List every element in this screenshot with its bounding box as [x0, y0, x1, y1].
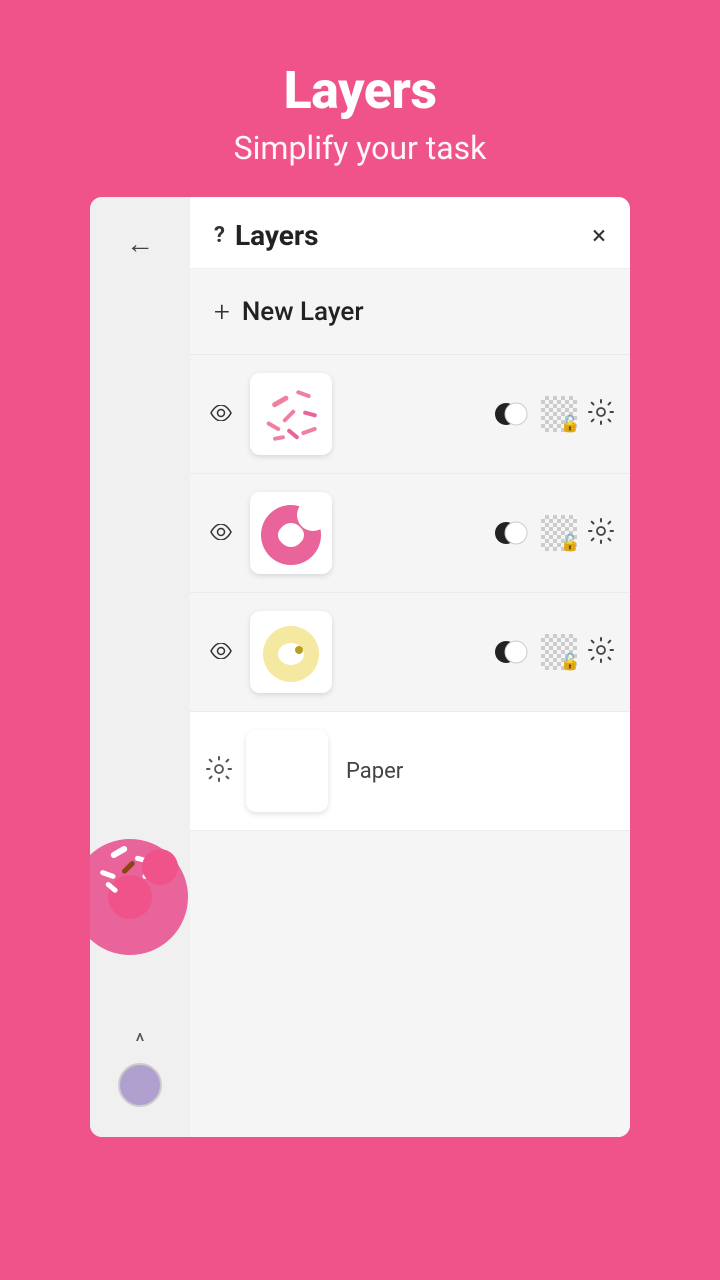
color-circle[interactable]: [118, 1063, 162, 1107]
layer-thumbnail-paper[interactable]: [246, 730, 328, 812]
left-sidebar: ← ^: [90, 197, 190, 1137]
eye-icon[interactable]: [206, 640, 236, 664]
settings-icon[interactable]: [588, 518, 614, 549]
panel-title-group: ? Layers: [214, 219, 319, 252]
donut-yellow-thumb: [251, 612, 331, 692]
layer-icons-3: 🔓: [492, 633, 614, 671]
back-button[interactable]: ←: [126, 227, 154, 260]
donut-preview: [90, 777, 190, 977]
donut-illustration: [90, 777, 190, 977]
panel-header: ? Layers ×: [190, 197, 630, 269]
panel-title: Layers: [235, 219, 319, 252]
blend-mode-icon[interactable]: [492, 514, 530, 552]
layer-row: 🔓: [190, 474, 630, 593]
device-container: ← ^: [90, 197, 630, 1137]
blend-mode-icon[interactable]: [492, 633, 530, 671]
help-icon[interactable]: ?: [214, 223, 225, 248]
layer-thumbnail-donut-pink[interactable]: [250, 492, 332, 574]
close-button[interactable]: ×: [592, 223, 606, 249]
header-section: Layers Simplify your task: [0, 0, 720, 197]
layer-row: 🔓: [190, 593, 630, 712]
subtitle: Simplify your task: [234, 129, 487, 167]
plus-icon: +: [214, 295, 230, 328]
transparency-lock-icon[interactable]: 🔓: [540, 633, 578, 671]
layers-list: 🔓: [190, 355, 630, 1137]
layer-icons-2: 🔓: [492, 514, 614, 552]
sprinkles-thumb: [251, 374, 331, 454]
main-title: Layers: [284, 60, 437, 121]
eye-icon[interactable]: [206, 521, 236, 545]
layer-thumbnail-sprinkles[interactable]: [250, 373, 332, 455]
layer-row: 🔓: [190, 355, 630, 474]
eye-icon[interactable]: [206, 402, 236, 426]
chevron-up-icon[interactable]: ^: [135, 1030, 144, 1055]
settings-icon[interactable]: [588, 399, 614, 430]
layer-icons-1: 🔓: [492, 395, 614, 433]
blend-mode-icon[interactable]: [492, 395, 530, 433]
new-layer-text: New Layer: [242, 297, 364, 327]
main-panel: ? Layers × + New Layer: [190, 197, 630, 1137]
settings-icon-paper[interactable]: [206, 756, 232, 787]
transparency-lock-icon[interactable]: 🔓: [540, 395, 578, 433]
sidebar-bottom: ^: [118, 1030, 162, 1107]
new-layer-bar[interactable]: + New Layer: [190, 269, 630, 355]
settings-icon[interactable]: [588, 637, 614, 668]
layer-thumbnail-donut-yellow[interactable]: [250, 611, 332, 693]
transparency-lock-icon[interactable]: 🔓: [540, 514, 578, 552]
donut-pink-thumb: [251, 493, 331, 573]
layer-row-paper: Paper: [190, 712, 630, 831]
paper-label: Paper: [346, 759, 403, 784]
